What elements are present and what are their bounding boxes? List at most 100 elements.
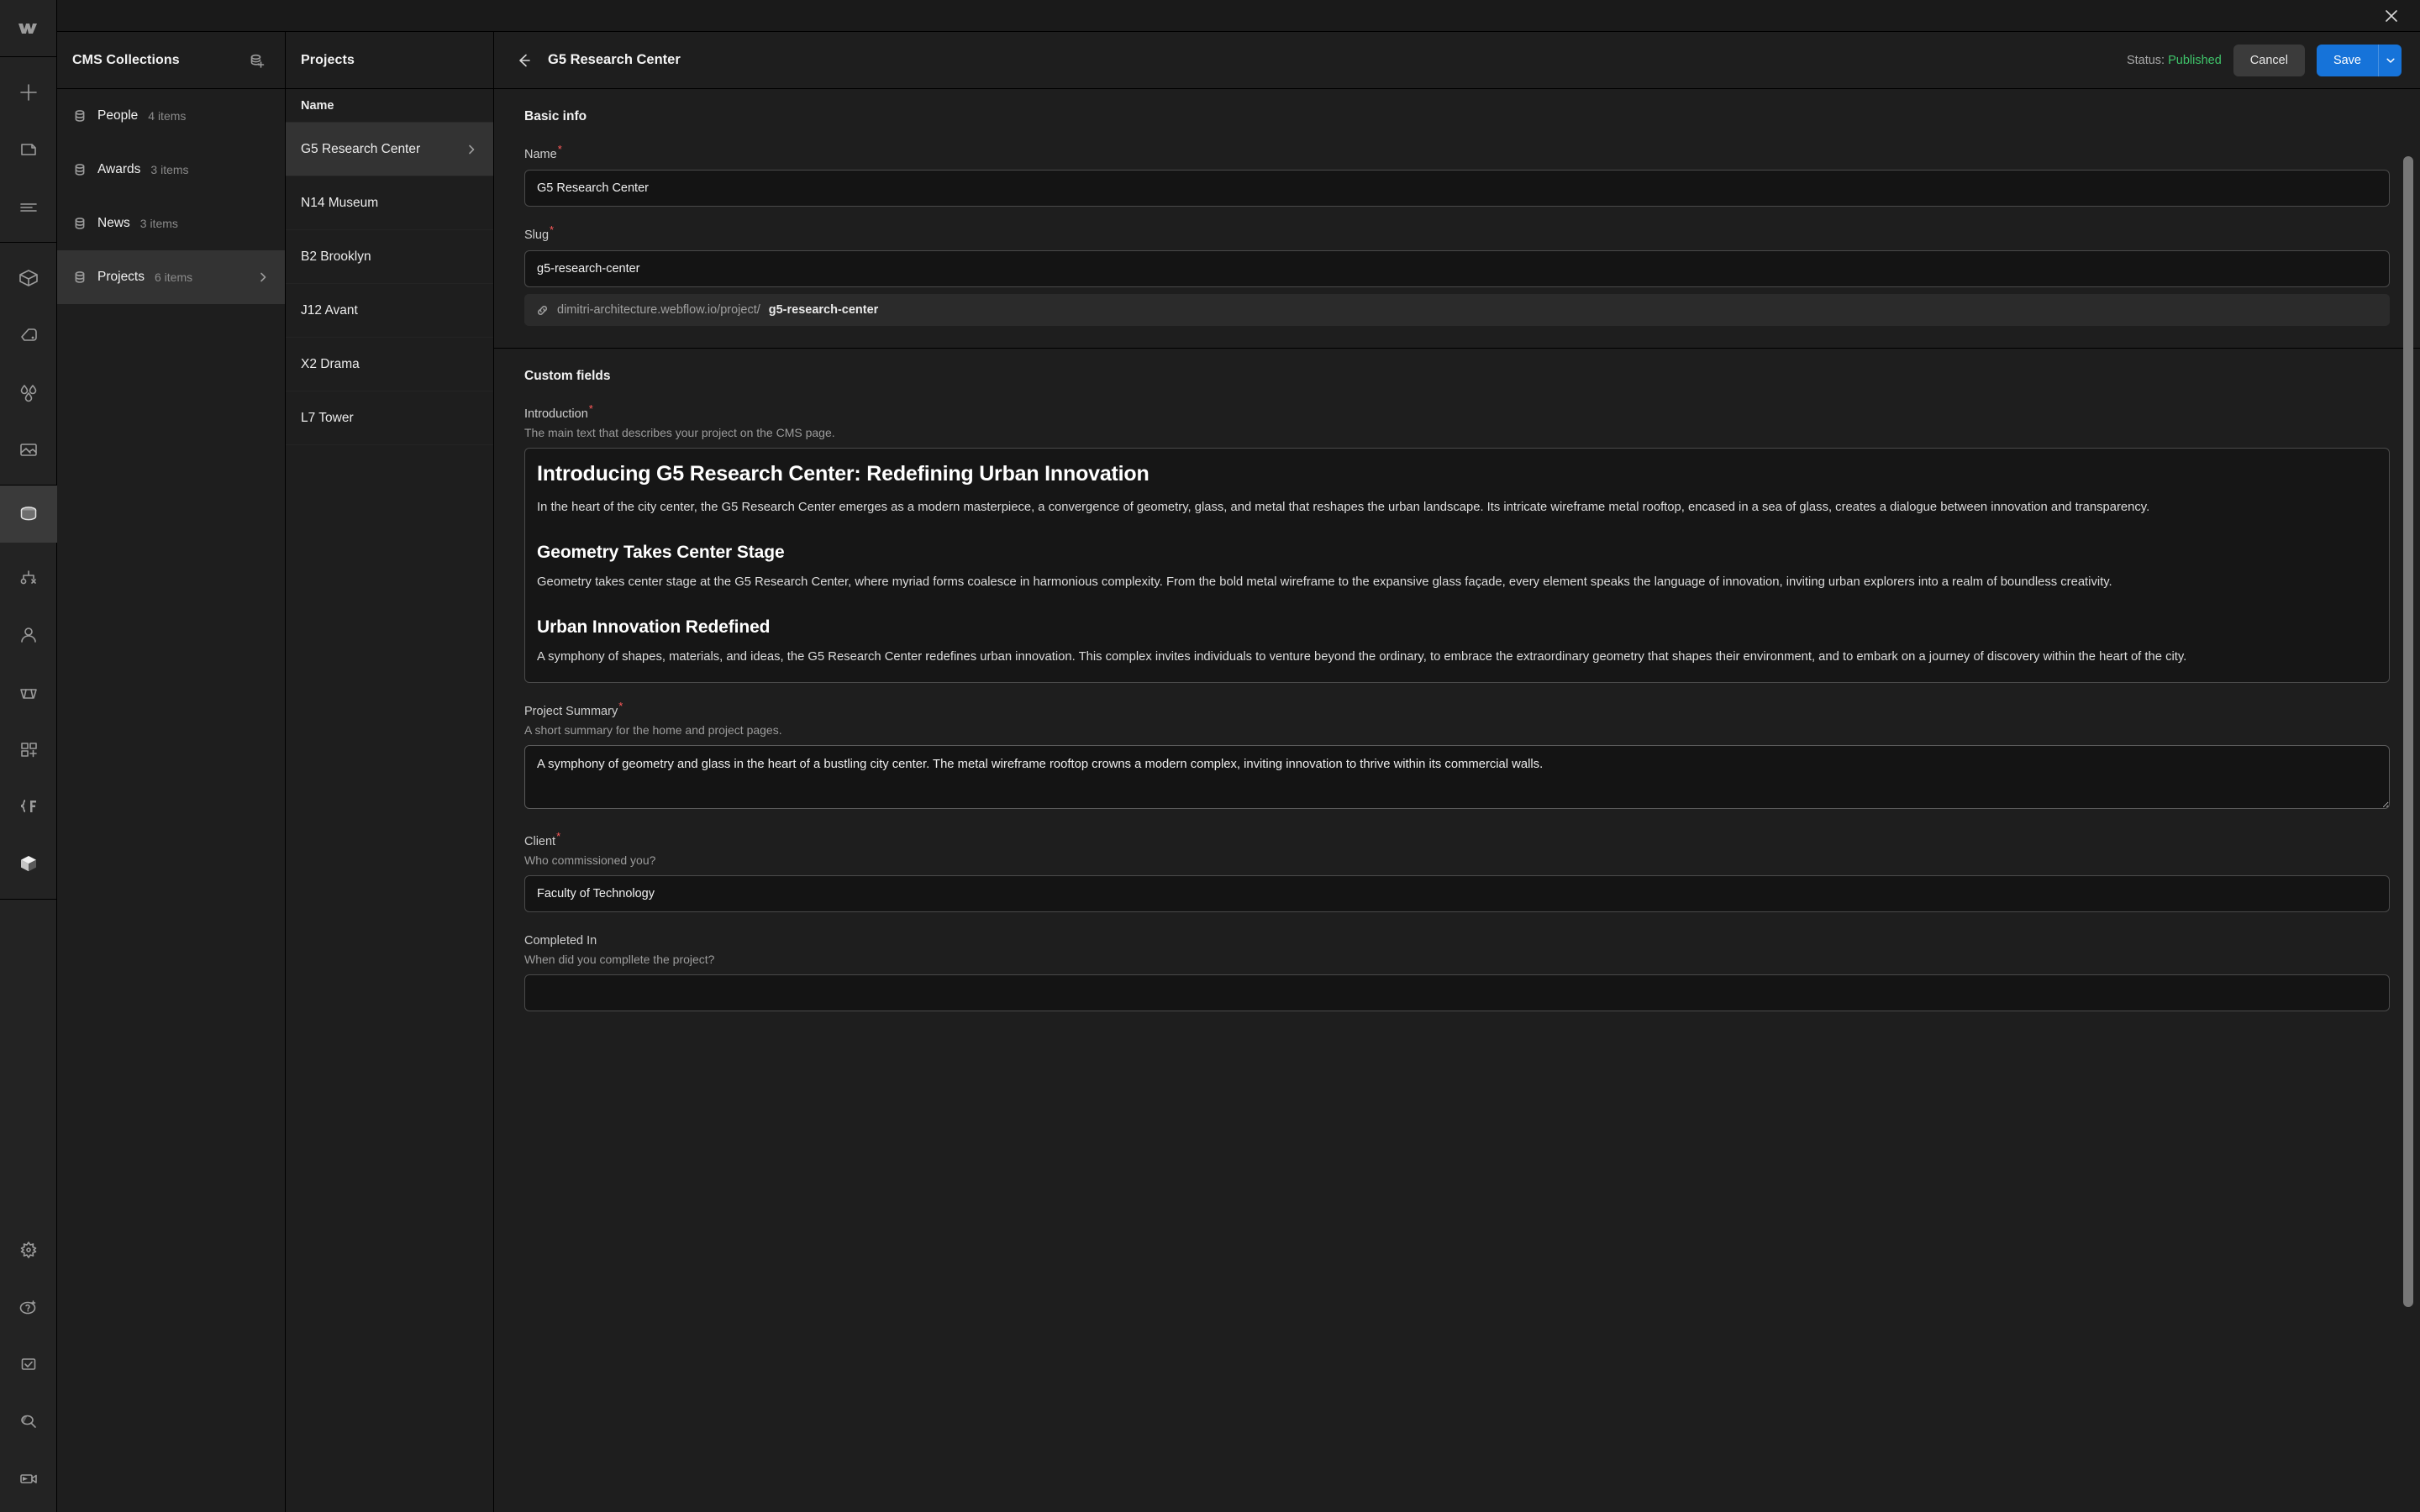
rail-item-video[interactable] [0, 1450, 57, 1507]
required-asterisk: * [557, 143, 562, 156]
field-label-text: Name [524, 148, 557, 161]
collection-count: 3 items [139, 217, 178, 230]
field-label-text: Completed In [524, 933, 597, 948]
page-title: G5 Research Center [548, 52, 681, 67]
close-icon[interactable] [2363, 0, 2420, 32]
page-icon [18, 139, 39, 160]
rail-item-navigator[interactable] [0, 178, 57, 235]
rte-paragraph-3: A symphony of shapes, materials, and ide… [537, 649, 2187, 664]
collection-items-panel: Projects Name G5 Research Center N14 Mus… [286, 32, 494, 1512]
field-client: Client* Who commissioned you? [524, 831, 2390, 912]
item-row-j12-avant[interactable]: J12 Avant [286, 284, 493, 338]
gear-icon [18, 1239, 39, 1261]
field-label-text: Slug [524, 228, 550, 242]
collection-row-projects[interactable]: Projects 6 items [57, 250, 285, 304]
save-button[interactable]: Save [2316, 44, 2378, 76]
field-help-text: The main text that describes your projec… [524, 426, 835, 439]
rail-item-add-element[interactable] [0, 64, 57, 121]
checkbox-icon [18, 1353, 39, 1375]
required-asterisk: * [588, 402, 593, 416]
item-row-l7-tower[interactable]: L7 Tower [286, 391, 493, 445]
required-asterisk: * [550, 223, 555, 237]
rte-heading-2: Geometry Takes Center Stage [537, 542, 785, 562]
rail-item-pages[interactable] [0, 121, 57, 178]
item-row-g5-research-center[interactable]: G5 Research Center [286, 123, 493, 176]
section-custom-fields: Custom fields Introduction* The main tex… [494, 349, 2420, 1011]
field-label: Slug* [524, 224, 2390, 242]
collection-row-news[interactable]: News 3 items [57, 197, 285, 250]
chevron-right-icon [465, 143, 478, 156]
webflow-designer-window: CMS Collections People 4 items Awards 3 … [0, 0, 2420, 1512]
completed-in-input[interactable] [524, 974, 2390, 1011]
rail-group-more [0, 543, 57, 900]
rail-item-ecommerce[interactable] [0, 664, 57, 721]
editor-header: G5 Research Center Status: Published Can… [494, 32, 2420, 89]
database-icon [72, 216, 87, 231]
items-column-header: Name [286, 89, 493, 123]
collection-row-awards[interactable]: Awards 3 items [57, 143, 285, 197]
save-dropdown-button[interactable] [2378, 44, 2402, 76]
field-label: Project Summary* [524, 701, 2390, 718]
rail-item-style-selector[interactable] [0, 307, 57, 364]
field-label: Name* [524, 144, 2390, 161]
arrow-left-icon[interactable] [513, 50, 534, 71]
cube-icon [17, 266, 40, 290]
slug-url-preview: dimitri-architecture.webflow.io/project/… [524, 294, 2390, 326]
rail-item-logic[interactable] [0, 549, 57, 606]
required-asterisk: * [618, 699, 623, 712]
rte-paragraph-2: Geometry takes center stage at the G5 Re… [537, 575, 2112, 589]
collection-row-people[interactable]: People 4 items [57, 89, 285, 143]
left-icon-rail [0, 0, 57, 1512]
image-icon [17, 438, 40, 461]
link-icon [536, 304, 549, 317]
cms-collections-panel: CMS Collections People 4 items Awards 3 … [57, 32, 286, 1512]
rail-item-search[interactable] [0, 1393, 57, 1450]
item-row-x2-drama[interactable]: X2 Drama [286, 338, 493, 391]
navigator-icon [18, 196, 39, 218]
items-panel-header: Projects [286, 32, 493, 89]
rail-item-components[interactable] [0, 249, 57, 307]
save-button-group: Save [2316, 44, 2402, 76]
editor-vertical-scrollbar[interactable] [2403, 156, 2413, 1307]
required-asterisk: * [556, 829, 561, 843]
user-icon [17, 623, 40, 647]
cancel-button[interactable]: Cancel [2233, 44, 2305, 76]
field-label: Introduction* [524, 403, 2390, 421]
rail-item-cms[interactable] [0, 486, 57, 543]
rail-item-libraries[interactable] [0, 835, 57, 892]
item-label: B2 Brooklyn [301, 249, 371, 264]
slug-input[interactable] [524, 250, 2390, 287]
rail-item-audit[interactable] [0, 1336, 57, 1393]
field-label: Client* [524, 831, 2390, 848]
item-row-n14-museum[interactable]: N14 Museum [286, 176, 493, 230]
rail-group-design [0, 243, 57, 486]
slug-url-prefix: dimitri-architecture.webflow.io/project/ [557, 303, 760, 317]
status-label: Status: [2126, 53, 2165, 67]
rail-item-help[interactable] [0, 1278, 57, 1336]
item-row-b2-brooklyn[interactable]: B2 Brooklyn [286, 230, 493, 284]
field-help-text: A short summary for the home and project… [524, 722, 782, 737]
collections-panel-header: CMS Collections [57, 32, 285, 89]
rail-item-variables[interactable] [0, 364, 57, 421]
editor-header-actions: Status: Published Cancel Save [2127, 44, 2402, 76]
field-help-text: Who commissioned you? [524, 853, 656, 867]
rte-paragraph-1: In the heart of the city center, the G5 … [537, 501, 2150, 514]
status-badge: Status: Published [2127, 54, 2222, 67]
chevron-right-icon [256, 270, 270, 284]
rail-item-code[interactable] [0, 778, 57, 835]
chevron-down-icon [2385, 55, 2396, 66]
webflow-logo[interactable] [0, 0, 57, 57]
rail-item-settings[interactable] [0, 1221, 57, 1278]
search-icon [18, 1410, 39, 1432]
field-completed-in: Completed In When did you compllete the … [524, 934, 2390, 1011]
project-summary-textarea[interactable] [524, 744, 2390, 809]
rich-text-editor[interactable]: Introducing G5 Research Center: Redefini… [524, 448, 2390, 683]
rail-item-users[interactable] [0, 606, 57, 664]
rail-item-assets[interactable] [0, 421, 57, 478]
name-input[interactable] [524, 170, 2390, 207]
client-input[interactable] [524, 874, 2390, 912]
drops-icon [17, 381, 40, 404]
add-collection-icon[interactable] [245, 48, 270, 73]
field-help-text: When did you compllete the project? [524, 952, 715, 966]
rail-item-apps[interactable] [0, 721, 57, 778]
